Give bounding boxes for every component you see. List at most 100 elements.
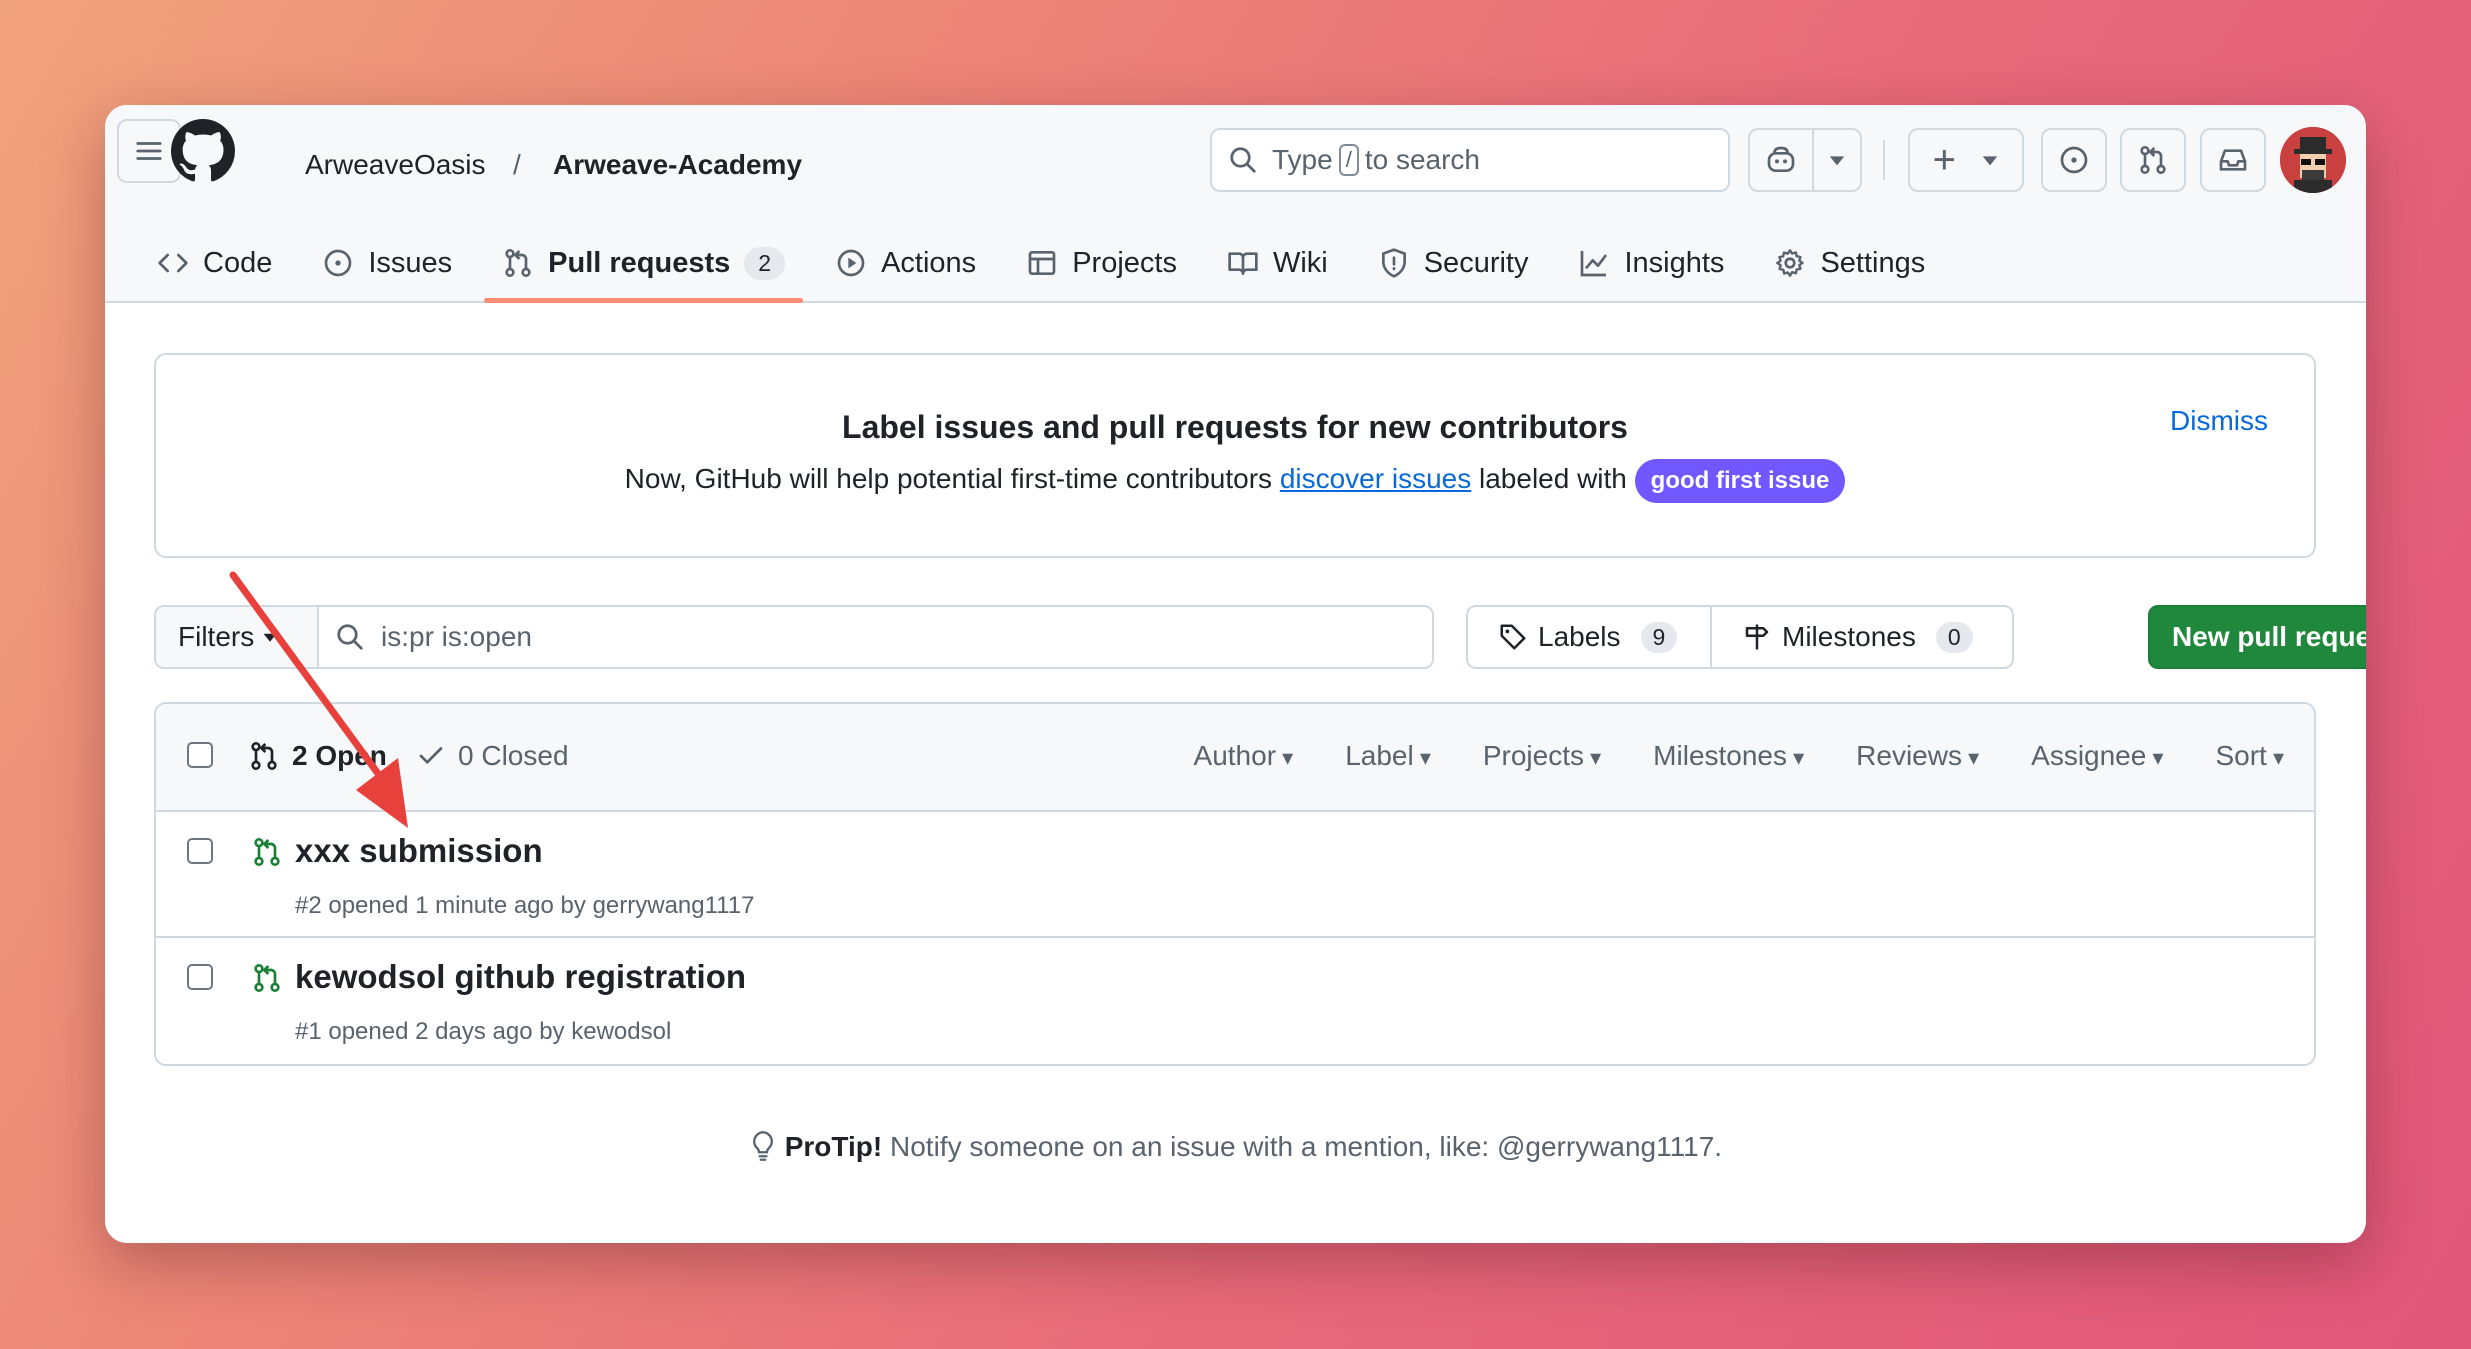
- copilot-button[interactable]: [1748, 128, 1814, 192]
- protip-text: Notify someone on an issue with a mentio…: [890, 1131, 1723, 1162]
- open-filter[interactable]: 2 Open: [248, 740, 387, 772]
- tab-label: Settings: [1820, 246, 1926, 279]
- inbox-icon: [2219, 149, 2247, 171]
- search-shortcut-key: /: [1338, 144, 1359, 176]
- search-icon: [337, 624, 363, 650]
- tab-wiki[interactable]: Wiki: [1209, 225, 1346, 301]
- create-new-button[interactable]: +: [1908, 128, 2024, 192]
- tab-actions[interactable]: Actions: [817, 225, 994, 301]
- breadcrumb-separator: /: [513, 149, 521, 180]
- pull-requests-count: 2: [744, 246, 786, 280]
- open-count: 2 Open: [292, 740, 387, 771]
- tab-pull-requests[interactable]: Pull requests 2: [484, 225, 804, 303]
- play-icon: [837, 249, 865, 277]
- issue-icon: [2060, 146, 2088, 174]
- tab-projects[interactable]: Projects: [1008, 225, 1195, 301]
- table-icon: [1028, 251, 1056, 275]
- tab-settings[interactable]: Settings: [1756, 225, 1943, 301]
- tag-icon: [1500, 624, 1526, 650]
- breadcrumb-owner[interactable]: ArweaveOasis: [305, 145, 486, 185]
- label-filter[interactable]: Label: [1345, 740, 1431, 772]
- tab-label: Issues: [368, 246, 453, 279]
- search-icon: [1230, 147, 1256, 173]
- milestones-label: Milestones: [1782, 621, 1916, 652]
- pr-title-link[interactable]: kewodsol github registration: [295, 958, 746, 996]
- search-placeholder-pre: Type: [1272, 144, 1333, 175]
- filter-search-input[interactable]: is:pr is:open: [319, 607, 1432, 667]
- filter-bar: Filters is:pr is:open: [154, 605, 1434, 669]
- tab-insights[interactable]: Insights: [1560, 225, 1742, 301]
- pr-meta: #2 opened 1 minute ago by gerrywang1117: [295, 892, 755, 919]
- closed-filter[interactable]: 0 Closed: [416, 740, 569, 772]
- pull-request-icon: [251, 742, 277, 770]
- sort-dropdown[interactable]: Sort: [2215, 740, 2284, 772]
- author-filter[interactable]: Author: [1194, 740, 1294, 772]
- hamburger-icon: [136, 142, 162, 160]
- list-item: xxx submission #2 opened 1 minute ago by…: [156, 812, 2314, 938]
- tab-issues[interactable]: Issues: [304, 225, 470, 301]
- labels-count: 9: [1640, 621, 1678, 653]
- labels-button[interactable]: Labels 9: [1468, 607, 1712, 667]
- tab-label: Insights: [1624, 246, 1725, 279]
- copilot-dropdown[interactable]: [1812, 128, 1862, 192]
- projects-filter[interactable]: Projects: [1483, 740, 1601, 772]
- pull-request-list: 2 Open 0 Closed Author Label Projects Mi…: [154, 702, 2316, 1066]
- assignee-filter[interactable]: Assignee: [2031, 740, 2163, 772]
- book-icon: [1228, 252, 1258, 275]
- new-pull-request-button[interactable]: New pull request: [2148, 605, 2366, 669]
- filter-query: is:pr is:open: [381, 621, 532, 652]
- protip: ProTip! Notify someone on an issue with …: [105, 1130, 2366, 1163]
- triangle-down-icon: [1829, 156, 1845, 166]
- plus-icon: +: [1932, 138, 1957, 182]
- shield-icon: [1381, 248, 1406, 278]
- discover-issues-link[interactable]: discover issues: [1280, 463, 1471, 494]
- milestones-filter[interactable]: Milestones: [1653, 740, 1804, 772]
- pull-request-icon: [2140, 146, 2166, 174]
- tab-label: Security: [1423, 246, 1529, 279]
- milestone-icon: [1745, 624, 1769, 650]
- select-all-checkbox[interactable]: [187, 742, 213, 768]
- repo-header: ArweaveOasis / Arweave-Academy Type / to…: [105, 105, 2366, 303]
- tab-label: Projects: [1072, 246, 1177, 279]
- breadcrumb-repo[interactable]: Arweave-Academy: [553, 145, 802, 185]
- copilot-icon: [1767, 146, 1795, 172]
- code-icon: [158, 253, 188, 273]
- good-first-issue-label: good first issue: [1634, 459, 1846, 503]
- github-logo-icon[interactable]: [171, 119, 235, 183]
- avatar-image-icon: [2280, 127, 2346, 193]
- filters-dropdown[interactable]: Filters: [156, 607, 319, 667]
- triangle-down-icon: [1983, 156, 1998, 166]
- tab-label: Wiki: [1272, 246, 1328, 279]
- tab-label: Code: [203, 246, 273, 279]
- row-checkbox[interactable]: [187, 838, 213, 864]
- pull-requests-button[interactable]: [2120, 128, 2186, 192]
- protip-label: ProTip!: [784, 1131, 883, 1162]
- search-placeholder-post: to search: [1364, 144, 1480, 175]
- inbox-button[interactable]: [2200, 128, 2266, 192]
- labels-milestones-group: Labels 9 Milestones 0: [1466, 605, 2014, 669]
- avatar[interactable]: [2280, 127, 2346, 193]
- pr-title-link[interactable]: xxx submission: [295, 832, 543, 870]
- list-item: kewodsol github registration #1 opened 2…: [156, 938, 2314, 1064]
- triangle-down-icon: [263, 633, 277, 642]
- tab-label: Pull requests: [548, 246, 731, 279]
- milestones-button[interactable]: Milestones 0: [1712, 607, 1973, 667]
- global-search[interactable]: Type / to search: [1210, 128, 1730, 192]
- row-checkbox[interactable]: [187, 964, 213, 990]
- dismiss-button[interactable]: Dismiss: [2170, 405, 2268, 437]
- issue-icon: [324, 249, 352, 277]
- tab-code[interactable]: Code: [139, 225, 290, 301]
- sort-filters: Author Label Projects Milestones Reviews…: [1194, 740, 2284, 772]
- issues-button[interactable]: [2041, 128, 2107, 192]
- milestones-count: 0: [1935, 621, 1973, 653]
- list-header: 2 Open 0 Closed Author Label Projects Mi…: [156, 704, 2314, 812]
- tab-security[interactable]: Security: [1360, 225, 1547, 301]
- divider: [1883, 140, 1885, 180]
- gear-icon: [1776, 249, 1805, 277]
- banner-text-pre: Now, GitHub will help potential first-ti…: [624, 463, 1273, 494]
- open-pull-request-icon: [254, 964, 280, 992]
- open-pull-request-icon: [254, 838, 280, 866]
- banner-text: Now, GitHub will help potential first-ti…: [156, 459, 2314, 503]
- reviews-filter[interactable]: Reviews: [1856, 740, 1979, 772]
- graph-icon: [1581, 251, 1608, 277]
